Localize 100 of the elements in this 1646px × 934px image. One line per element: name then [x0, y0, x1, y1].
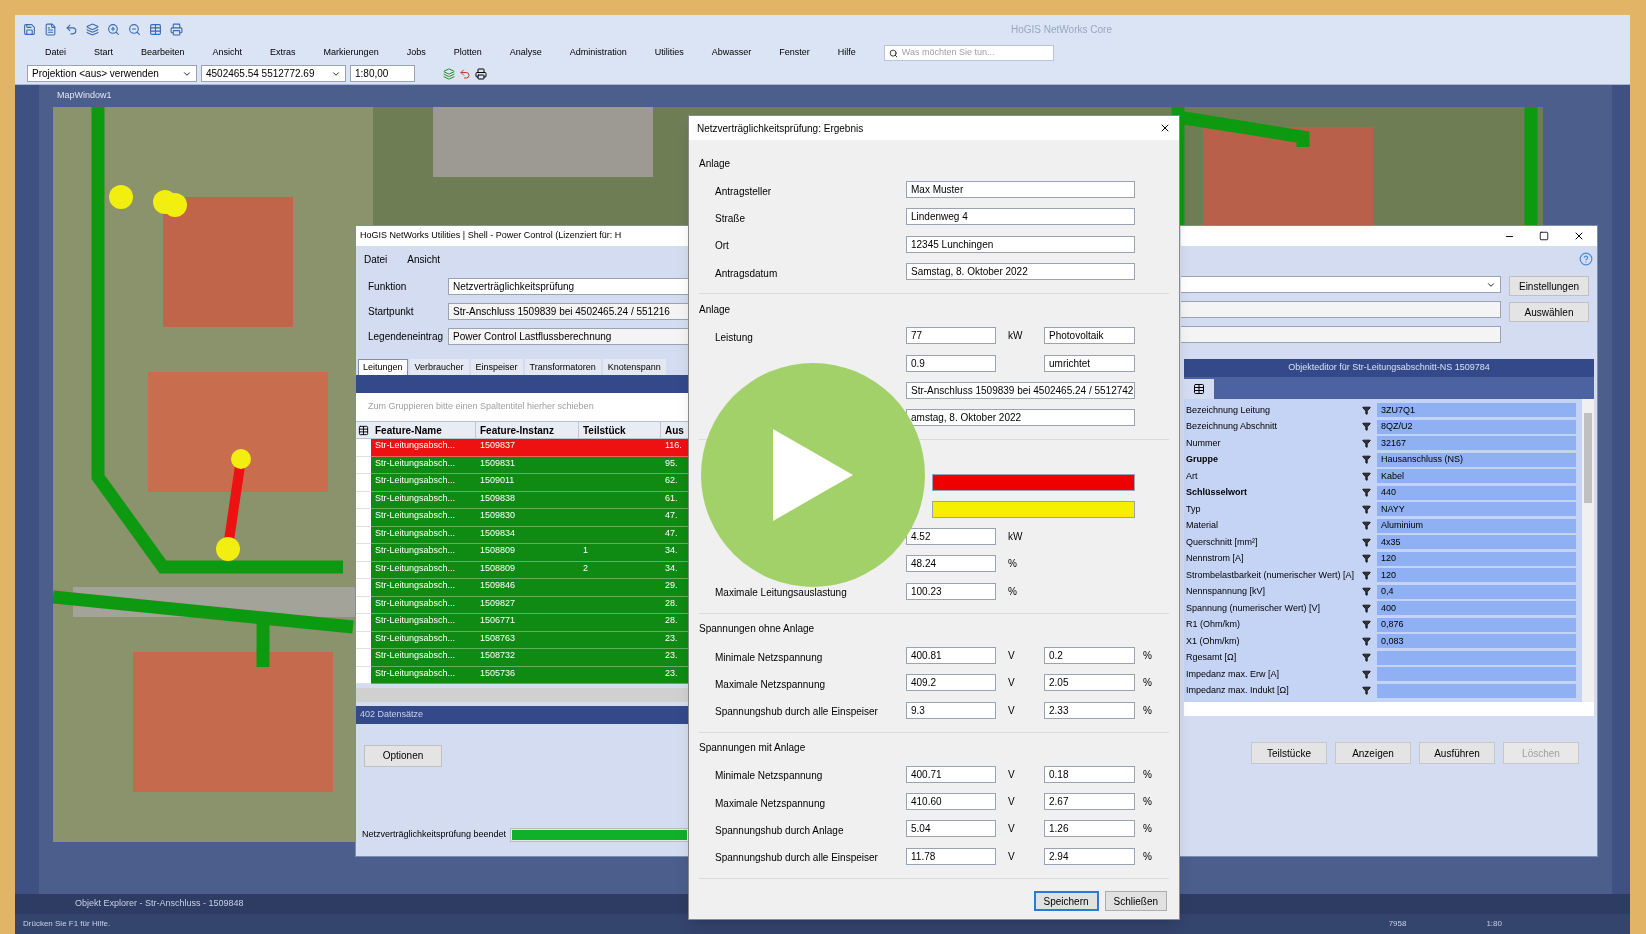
input-field[interactable]: 0.18: [1044, 765, 1135, 783]
table-row[interactable]: Str-Leitungsabsch... 1508809 1 34.: [371, 544, 689, 562]
printer-icon[interactable]: [475, 67, 487, 80]
menu-item[interactable]: Utilities: [654, 46, 684, 60]
grid-view-icon[interactable]: [1193, 383, 1205, 395]
attribute-value[interactable]: 4x35: [1377, 535, 1576, 550]
undo-icon[interactable]: [459, 67, 471, 80]
input-field[interactable]: Power Control Lastflussberechnung: [448, 328, 689, 345]
table-row[interactable]: Str-Leitungsabsch... 1509846 29.: [371, 579, 689, 597]
filter-icon[interactable]: [1362, 504, 1371, 514]
input-field[interactable]: 48.24: [906, 555, 996, 573]
filter-icon[interactable]: [1362, 455, 1371, 465]
column-chooser-icon[interactable]: [356, 424, 371, 436]
attribute-value[interactable]: NAYY: [1377, 502, 1576, 517]
input-field[interactable]: 0.2: [1044, 647, 1135, 664]
filter-icon[interactable]: [1362, 488, 1371, 498]
attribute-value[interactable]: 8QZ/U2: [1377, 419, 1576, 434]
action-button[interactable]: Anzeigen: [1335, 742, 1411, 764]
filter-icon[interactable]: [1362, 636, 1371, 646]
menu-item[interactable]: Datei: [45, 46, 66, 60]
attribute-value[interactable]: 440: [1377, 485, 1576, 500]
input-field[interactable]: 5.04: [906, 820, 996, 838]
layers-icon[interactable]: [443, 67, 455, 80]
menu-item[interactable]: Abwasser: [711, 46, 752, 60]
filter-icon[interactable]: [1362, 653, 1371, 663]
toolbar-icon[interactable]: [149, 22, 162, 36]
status-field[interactable]: [932, 473, 1135, 491]
attribute-value[interactable]: Kabel: [1377, 469, 1576, 484]
input-field[interactable]: Netzverträglichkeitsprüfung: [448, 278, 689, 295]
input-field[interactable]: 11.78: [906, 847, 996, 865]
input-field[interactable]: Photovoltaik: [1044, 327, 1135, 345]
scrollbar[interactable]: [1582, 399, 1594, 702]
menu-item[interactable]: Ansicht: [212, 46, 243, 60]
toolbar-icon[interactable]: [107, 22, 120, 36]
toolbar-icon[interactable]: [86, 22, 99, 36]
dialog-button[interactable]: Speichern: [1033, 891, 1099, 911]
tab[interactable]: Transformatoren: [524, 359, 601, 375]
input-field[interactable]: 400.71: [906, 765, 996, 783]
column-header[interactable]: Teilstück: [579, 422, 661, 438]
input-field[interactable]: 4.52: [906, 528, 996, 546]
input-field[interactable]: 2.94: [1044, 847, 1135, 865]
filter-icon[interactable]: [1362, 603, 1371, 613]
tab[interactable]: Verbraucher: [409, 359, 469, 375]
table-row[interactable]: Str-Leitungsabsch... 1508732 23.: [371, 649, 689, 667]
menu-item[interactable]: Plotten: [453, 46, 482, 60]
toolbar-icon[interactable]: [23, 22, 36, 36]
menu-item[interactable]: Ansicht: [407, 251, 441, 267]
input-field[interactable]: umrichtet: [1044, 354, 1135, 372]
side-button[interactable]: Auswählen: [1509, 302, 1589, 322]
toolbar-icon[interactable]: [44, 22, 57, 36]
attribute-value[interactable]: 120: [1377, 568, 1576, 583]
input-field[interactable]: 1:80,00: [350, 65, 415, 82]
attribute-value[interactable]: Aluminium: [1377, 518, 1576, 533]
tab[interactable]: Knotenspann: [602, 359, 666, 375]
menu-item[interactable]: Start: [94, 46, 114, 60]
input-field[interactable]: Samstag, 8. Oktober 2022: [906, 263, 1135, 281]
filter-icon[interactable]: [1362, 587, 1371, 597]
map-tab[interactable]: MapWindow1: [57, 89, 112, 103]
toolbar-icon[interactable]: [170, 22, 183, 36]
field-end[interactable]: [1181, 276, 1501, 293]
filter-icon[interactable]: [1362, 570, 1371, 580]
column-header[interactable]: Feature-Name: [371, 422, 476, 438]
input-field[interactable]: 1.26: [1044, 820, 1135, 838]
input-field[interactable]: 12345 Lunchingen: [906, 235, 1135, 253]
filter-icon[interactable]: [1362, 521, 1371, 531]
filter-icon[interactable]: [1362, 537, 1371, 547]
input-field[interactable]: 9.3: [906, 701, 996, 719]
filter-icon[interactable]: [1362, 620, 1371, 630]
menu-item[interactable]: Hilfe: [837, 46, 856, 60]
input-field[interactable]: 77: [906, 327, 996, 345]
table-row[interactable]: Str-Leitungsabsch... 1509837 116.: [371, 439, 689, 457]
input-field[interactable]: 409.2: [906, 674, 996, 692]
menu-item[interactable]: Extras: [270, 46, 296, 60]
side-button[interactable]: Einstellungen: [1509, 276, 1589, 296]
dialog-button[interactable]: Schließen: [1104, 891, 1167, 911]
filter-icon[interactable]: [1362, 471, 1371, 481]
help-icon[interactable]: [1579, 252, 1593, 266]
attribute-value[interactable]: 3ZU7Q1: [1377, 403, 1576, 418]
menu-item[interactable]: Fenster: [779, 46, 810, 60]
attribute-value[interactable]: 0,083: [1377, 634, 1576, 649]
input-field[interactable]: 2.05: [1044, 674, 1135, 692]
menu-item[interactable]: Jobs: [406, 46, 426, 60]
filter-icon[interactable]: [1362, 405, 1371, 415]
close-icon[interactable]: [1159, 122, 1171, 134]
action-button[interactable]: Teilstücke: [1251, 742, 1327, 764]
input-field[interactable]: 2.33: [1044, 701, 1135, 719]
menu-item[interactable]: Administration: [569, 46, 627, 60]
input-field[interactable]: amstag, 8. Oktober 2022: [906, 409, 1135, 427]
input-field[interactable]: 410.60: [906, 793, 996, 811]
input-field[interactable]: Str-Anschluss 1509839 bei 4502465.24 / 551216: [448, 303, 689, 320]
input-field[interactable]: Projektion <aus> verwenden: [27, 65, 197, 82]
input-field[interactable]: 0.9: [906, 354, 996, 372]
maximize-icon[interactable]: [1539, 231, 1549, 241]
status-field[interactable]: [932, 500, 1135, 518]
attribute-value[interactable]: 0,876: [1377, 617, 1576, 632]
toolbar-icon[interactable]: [128, 22, 141, 36]
attribute-value[interactable]: Hausanschluss (NS): [1377, 452, 1576, 467]
tab[interactable]: Einspeiser: [470, 359, 523, 375]
close-icon[interactable]: [1573, 230, 1585, 242]
menu-item[interactable]: Analyse: [509, 46, 542, 60]
